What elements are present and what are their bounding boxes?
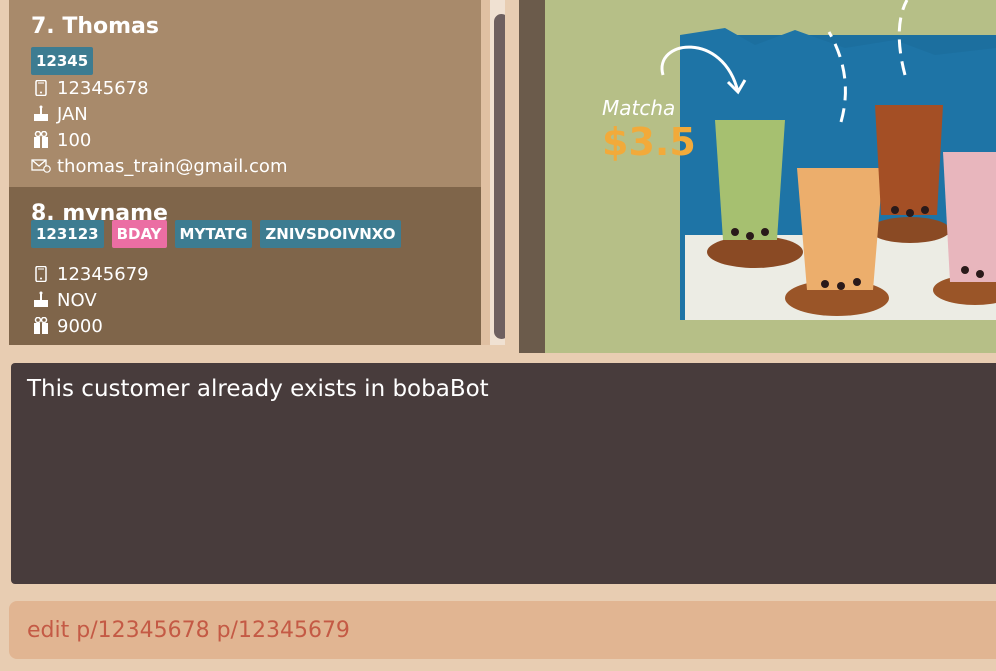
cake-icon [31,104,51,124]
poster-item-price: $3.5 [602,120,696,164]
poster-item-name: Matcha [602,96,676,120]
email-icon [31,156,51,176]
customer-list-panel[interactable]: 7. Thomas 12345 12345678 JAN 100 thomas_… [9,0,505,345]
phone-value: 12345679 [57,263,149,285]
cake-icon [31,290,51,310]
tag-list: 12345 [31,47,94,75]
reward-field: 9000 [31,314,103,338]
phone-icon [31,264,51,284]
tag: ZNIVSDOIVNXO [260,220,401,248]
customer-card[interactable]: 7. Thomas 12345 12345678 JAN 100 thomas_… [9,0,481,187]
tag: 12345 [31,47,94,75]
reward-field: 100 [31,128,91,152]
customer-card[interactable]: 8. myname 123123 BDAY MYTATG ZNIVSDOIVNX… [9,187,481,345]
result-display: This customer already exists in bobaBot [11,363,996,584]
birthday-value: JAN [57,103,88,125]
phone-icon [31,78,51,98]
tag: 123123 [31,220,104,248]
email-value: thomas_train@gmail.com [57,155,288,177]
reward-value: 9000 [57,315,103,337]
birthday-field: NOV [31,288,97,312]
list-scrollbar[interactable] [490,0,505,345]
birthday-value: NOV [57,289,97,311]
phone-field: 12345679 [31,262,149,286]
customer-name: 7. Thomas [31,14,159,39]
panel-divider[interactable] [519,0,545,353]
reward-value: 100 [57,129,92,151]
tag-list: 123123 BDAY MYTATG ZNIVSDOIVNXO [31,220,401,248]
gift-icon [31,316,51,336]
phone-field: 12345678 [31,76,149,100]
email-field: thomas_train@gmail.com [31,154,287,178]
bubble-tea-illustration [660,0,996,320]
promo-image: Matcha $3.5 [545,0,996,353]
scrollbar-thumb[interactable] [494,14,505,339]
tag: BDAY [111,220,167,248]
phone-value: 12345678 [57,77,149,99]
result-message: This customer already exists in bobaBot [27,376,489,402]
tag: MYTATG [174,220,253,248]
command-input[interactable] [9,601,996,659]
birthday-field: JAN [31,102,88,126]
gift-icon [31,130,51,150]
